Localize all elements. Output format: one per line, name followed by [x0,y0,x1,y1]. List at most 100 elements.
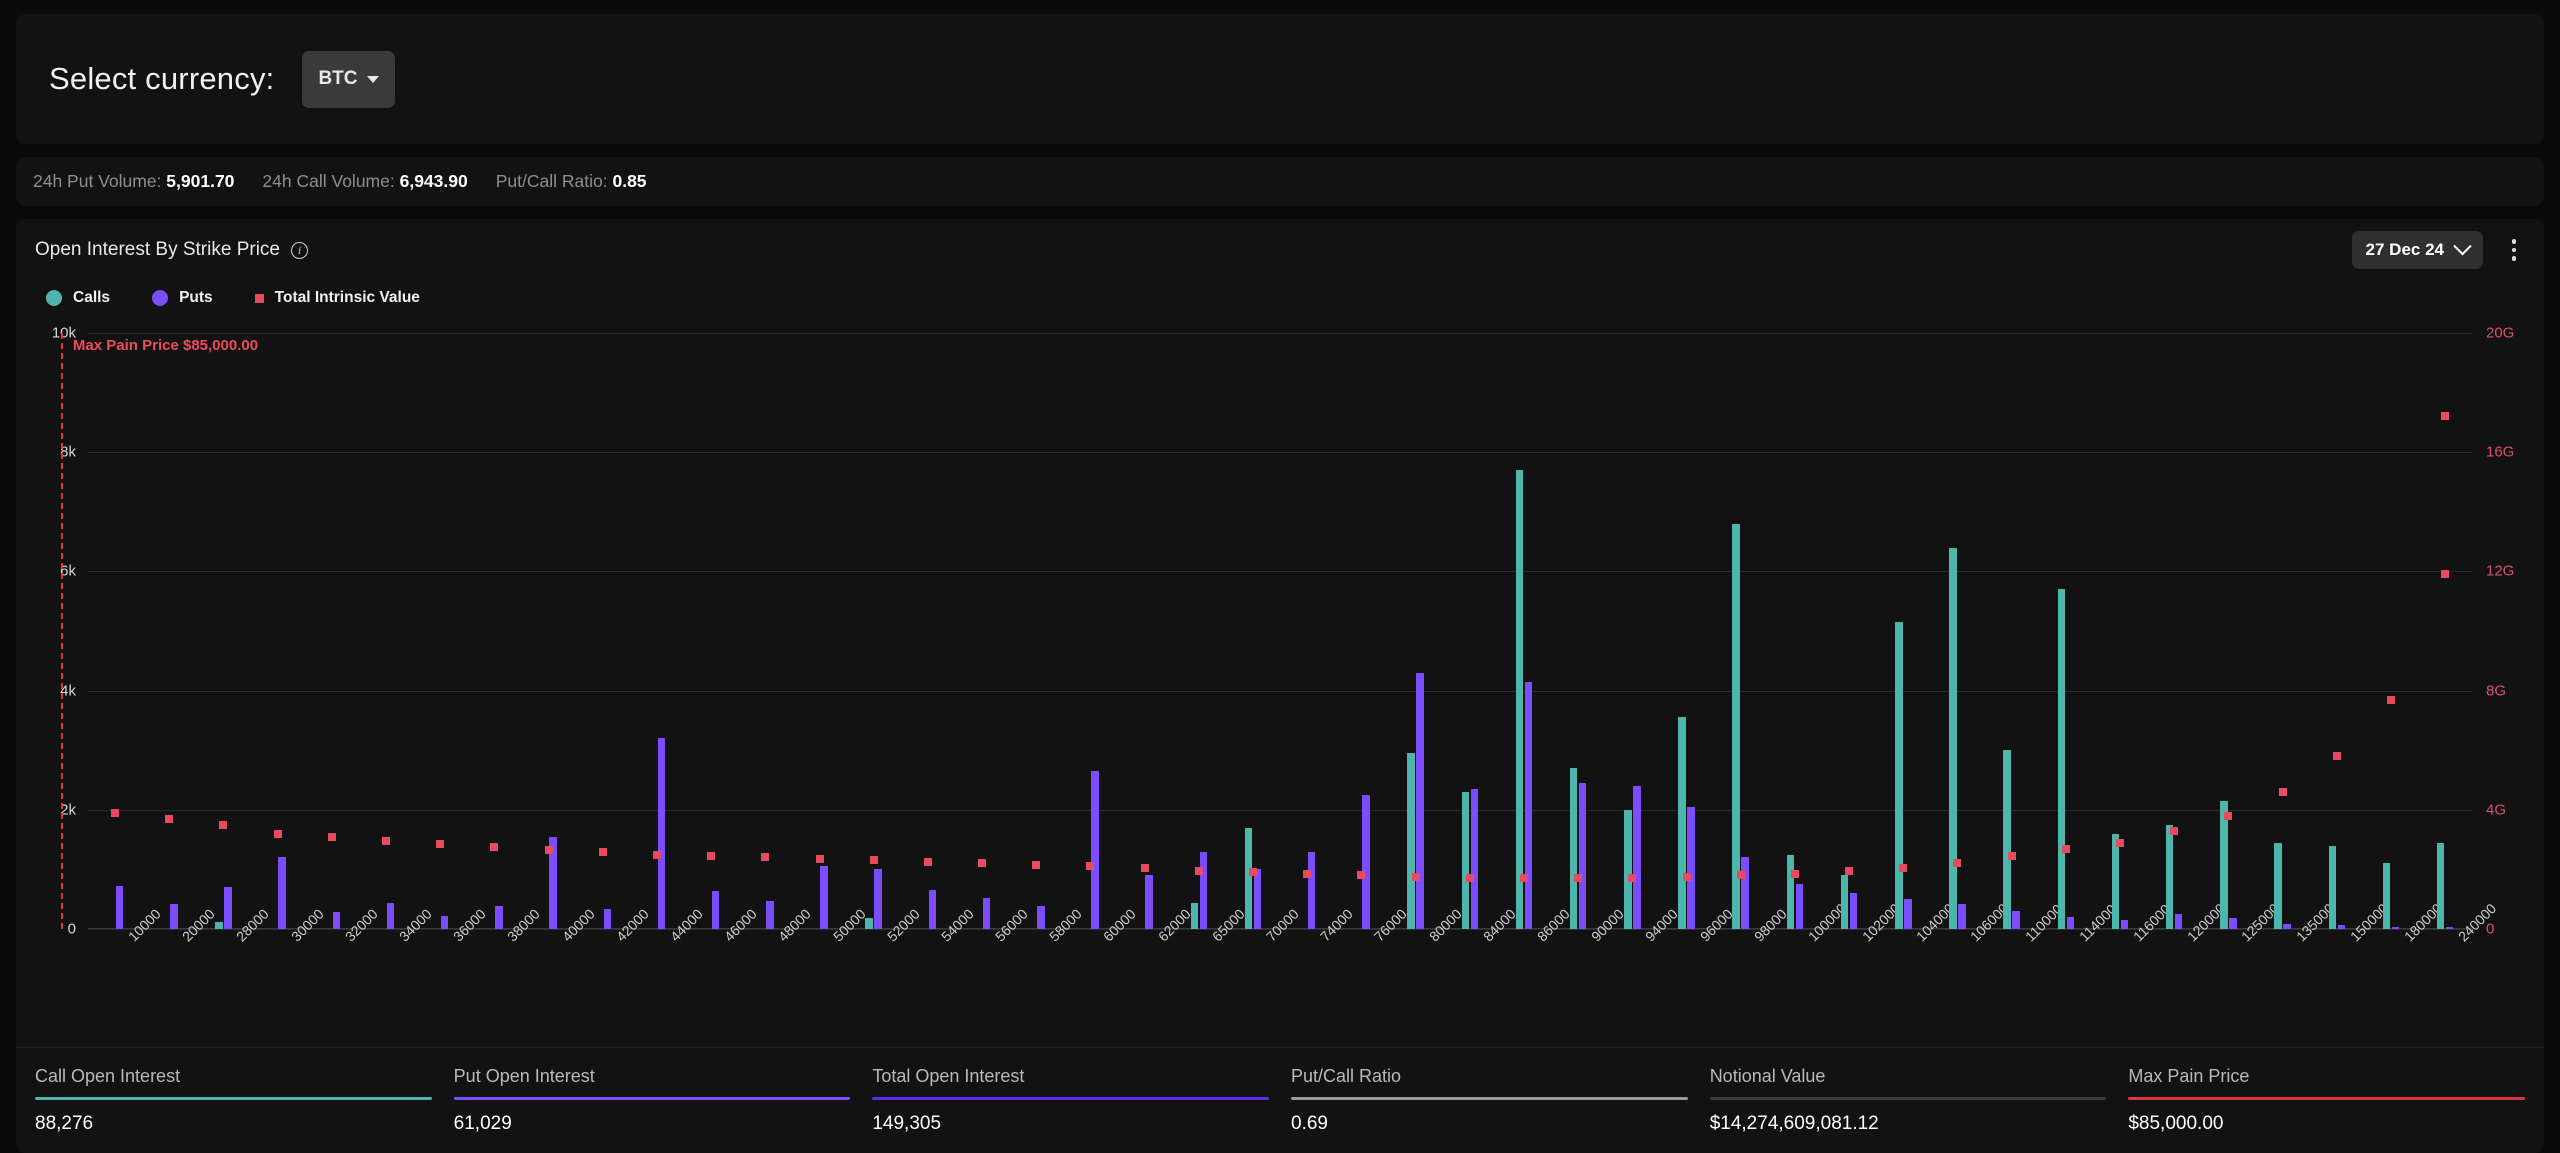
intrinsic-value-marker[interactable] [1086,862,1095,871]
strike-column[interactable]: 150000 [2310,333,2391,945]
put-bar[interactable] [1578,782,1587,929]
call-bar[interactable] [1407,753,1415,929]
intrinsic-value-marker[interactable] [327,832,336,841]
strike-column[interactable]: 84000 [1443,333,1519,945]
intrinsic-value-marker[interactable] [815,854,824,863]
strike-column[interactable]: 48000 [738,333,814,945]
strike-column[interactable]: 56000 [955,333,1031,945]
strike-column[interactable]: 106000 [1930,333,2012,945]
put-bar[interactable] [2066,917,2075,929]
strike-column[interactable]: 60000 [1063,333,1139,945]
put-bar[interactable] [1145,875,1153,929]
strike-column[interactable]: 90000 [1551,333,1627,945]
intrinsic-value-marker[interactable] [1736,871,1745,880]
strike-column[interactable]: 32000 [305,333,381,945]
intrinsic-value-marker[interactable] [1194,866,1203,875]
strike-column[interactable]: 42000 [576,333,652,945]
strike-column[interactable]: 46000 [684,333,760,945]
intrinsic-value-marker[interactable] [1682,872,1691,881]
put-bar[interactable] [1904,899,1912,929]
intrinsic-value-marker[interactable] [2441,570,2450,579]
put-bar[interactable] [1958,903,1966,929]
intrinsic-value-marker[interactable] [219,820,228,829]
put-bar[interactable] [657,738,666,929]
put-bar[interactable] [1416,672,1424,929]
put-bar[interactable] [2120,920,2129,929]
intrinsic-value-marker[interactable] [1411,872,1420,881]
strike-column[interactable]: 100000 [1768,333,1849,945]
strike-column[interactable]: 94000 [1605,333,1681,945]
put-bar[interactable] [1849,893,1858,929]
put-bar[interactable] [2391,926,2400,929]
call-bar[interactable] [1244,827,1253,929]
put-bar[interactable] [1687,806,1695,929]
strike-column[interactable]: 74000 [1280,333,1356,945]
strike-column[interactable]: 240000 [2418,333,2499,945]
legend-item-calls[interactable]: Calls [46,289,110,307]
expiry-date-select[interactable]: 27 Dec 24 [2351,231,2483,269]
intrinsic-value-marker[interactable] [1357,871,1366,880]
intrinsic-value-marker[interactable] [1519,874,1528,883]
strike-column[interactable]: 102000 [1822,333,1903,945]
intrinsic-value-marker[interactable] [1628,874,1637,883]
strike-column[interactable]: 40000 [522,333,597,945]
strike-column[interactable]: 86000 [1497,333,1573,945]
put-bar[interactable] [115,886,124,929]
strike-column[interactable]: 10000 [88,333,164,945]
intrinsic-value-marker[interactable] [2386,695,2395,704]
intrinsic-value-marker[interactable] [1465,874,1474,883]
strike-column[interactable]: 20000 [142,333,218,945]
call-bar[interactable] [865,917,873,929]
put-bar[interactable] [1362,794,1370,929]
put-bar[interactable] [2012,911,2020,929]
put-bar[interactable] [1199,851,1208,929]
call-bar[interactable] [1840,875,1849,929]
intrinsic-value-marker[interactable] [1574,874,1583,883]
strike-column[interactable]: 98000 [1714,333,1789,945]
put-bar[interactable] [224,887,232,929]
intrinsic-value-marker[interactable] [1953,859,1962,868]
strike-column[interactable]: 65000 [1172,333,1248,945]
legend-item-puts[interactable]: Puts [152,289,213,307]
intrinsic-value-marker[interactable] [436,840,445,849]
strike-column[interactable]: 38000 [467,333,543,945]
strike-column[interactable]: 54000 [901,333,977,945]
strike-column[interactable]: 36000 [413,333,489,945]
info-icon[interactable]: i [291,241,308,259]
intrinsic-value-marker[interactable] [111,808,120,817]
intrinsic-value-marker[interactable] [652,850,661,859]
strike-column[interactable]: 135000 [2256,333,2337,945]
put-bar[interactable] [2174,913,2183,929]
intrinsic-value-marker[interactable] [1790,869,1799,878]
strike-column[interactable]: 58000 [1009,333,1085,945]
strike-column[interactable]: 80000 [1389,333,1464,945]
intrinsic-value-marker[interactable] [273,829,282,838]
put-bar[interactable] [332,912,341,929]
intrinsic-value-marker[interactable] [1899,863,1908,872]
put-bar[interactable] [2283,923,2291,929]
call-bar[interactable] [2382,863,2391,929]
put-bar[interactable] [1524,681,1533,929]
put-bar[interactable] [2229,918,2237,929]
put-bar[interactable] [1037,906,1045,929]
intrinsic-value-marker[interactable] [490,843,499,852]
call-bar[interactable] [1895,622,1903,929]
strike-column[interactable]: 120000 [2147,333,2228,945]
currency-select-button[interactable]: BTC [302,50,395,108]
call-bar[interactable] [2111,833,2120,929]
strike-column[interactable]: 110000 [1985,333,2065,945]
intrinsic-value-marker[interactable] [761,853,770,862]
put-bar[interactable] [495,906,503,929]
intrinsic-value-marker[interactable] [978,859,987,868]
intrinsic-value-marker[interactable] [382,837,391,846]
call-bar[interactable] [1949,547,1957,929]
call-bar[interactable] [1190,903,1199,929]
strike-column[interactable]: 116000 [2093,333,2174,945]
call-bar[interactable] [1461,791,1470,929]
put-bar[interactable] [1470,788,1479,929]
put-bar[interactable] [2445,927,2454,929]
intrinsic-value-marker[interactable] [2007,852,2016,860]
strike-column[interactable]: 104000 [1876,333,1958,945]
strike-column[interactable]: 125000 [2201,333,2283,945]
put-bar[interactable] [2337,925,2346,929]
